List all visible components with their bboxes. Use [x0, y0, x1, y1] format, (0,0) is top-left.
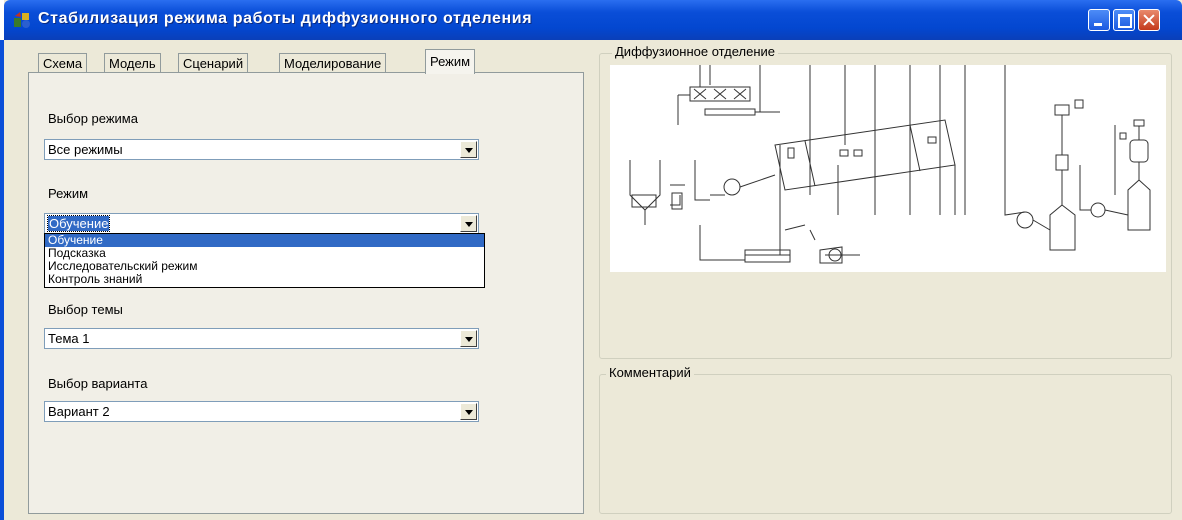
variant-combobox[interactable]: Вариант 2 [44, 401, 479, 422]
mode-select-value: Все режимы [48, 142, 123, 157]
app-icon [14, 12, 30, 28]
comment-group-title: Комментарий [606, 365, 694, 380]
topic-value: Тема 1 [48, 331, 90, 346]
topic-combobox[interactable]: Тема 1 [44, 328, 479, 349]
mode-select-combobox[interactable]: Все режимы [44, 139, 479, 160]
chevron-down-icon[interactable] [460, 141, 477, 158]
process-schematic-image [629, 65, 1151, 264]
mode-select-label: Выбор режима [48, 111, 138, 126]
minimize-button[interactable] [1088, 9, 1110, 31]
tab-mode[interactable]: Режим [425, 49, 476, 74]
regime-dropdown-list: Обучение Подсказка Исследовательский реж… [44, 233, 485, 288]
regime-value: Обучение [46, 215, 111, 232]
chevron-down-icon[interactable] [460, 330, 477, 347]
title-bar[interactable]: Стабилизация режима работы диффузионного… [4, 0, 1182, 40]
regime-option-training[interactable]: Обучение [45, 234, 484, 247]
chevron-down-icon[interactable] [460, 403, 477, 420]
regime-label: Режим [48, 186, 89, 201]
comment-groupbox [599, 374, 1172, 514]
diffusion-department-diagram [610, 65, 1166, 272]
topic-label: Выбор темы [48, 302, 123, 317]
tab-scheme[interactable]: Схема [38, 53, 88, 73]
tab-modeling[interactable]: Моделирование [279, 53, 387, 73]
diagram-group-title: Диффузионное отделение [612, 44, 779, 59]
variant-label: Выбор варианта [48, 376, 148, 391]
maximize-button[interactable] [1113, 9, 1135, 31]
regime-option-knowledge-check[interactable]: Контроль знаний [45, 273, 484, 286]
chevron-down-icon[interactable] [460, 215, 477, 232]
window-title: Стабилизация режима работы диффузионного… [38, 10, 533, 27]
regime-combobox[interactable]: Обучение [44, 213, 479, 234]
variant-value: Вариант 2 [48, 404, 110, 419]
tab-model[interactable]: Модель [104, 53, 161, 73]
window-border [0, 40, 4, 520]
tab-scenario[interactable]: Сценарий [178, 53, 249, 73]
close-button[interactable] [1138, 9, 1160, 31]
